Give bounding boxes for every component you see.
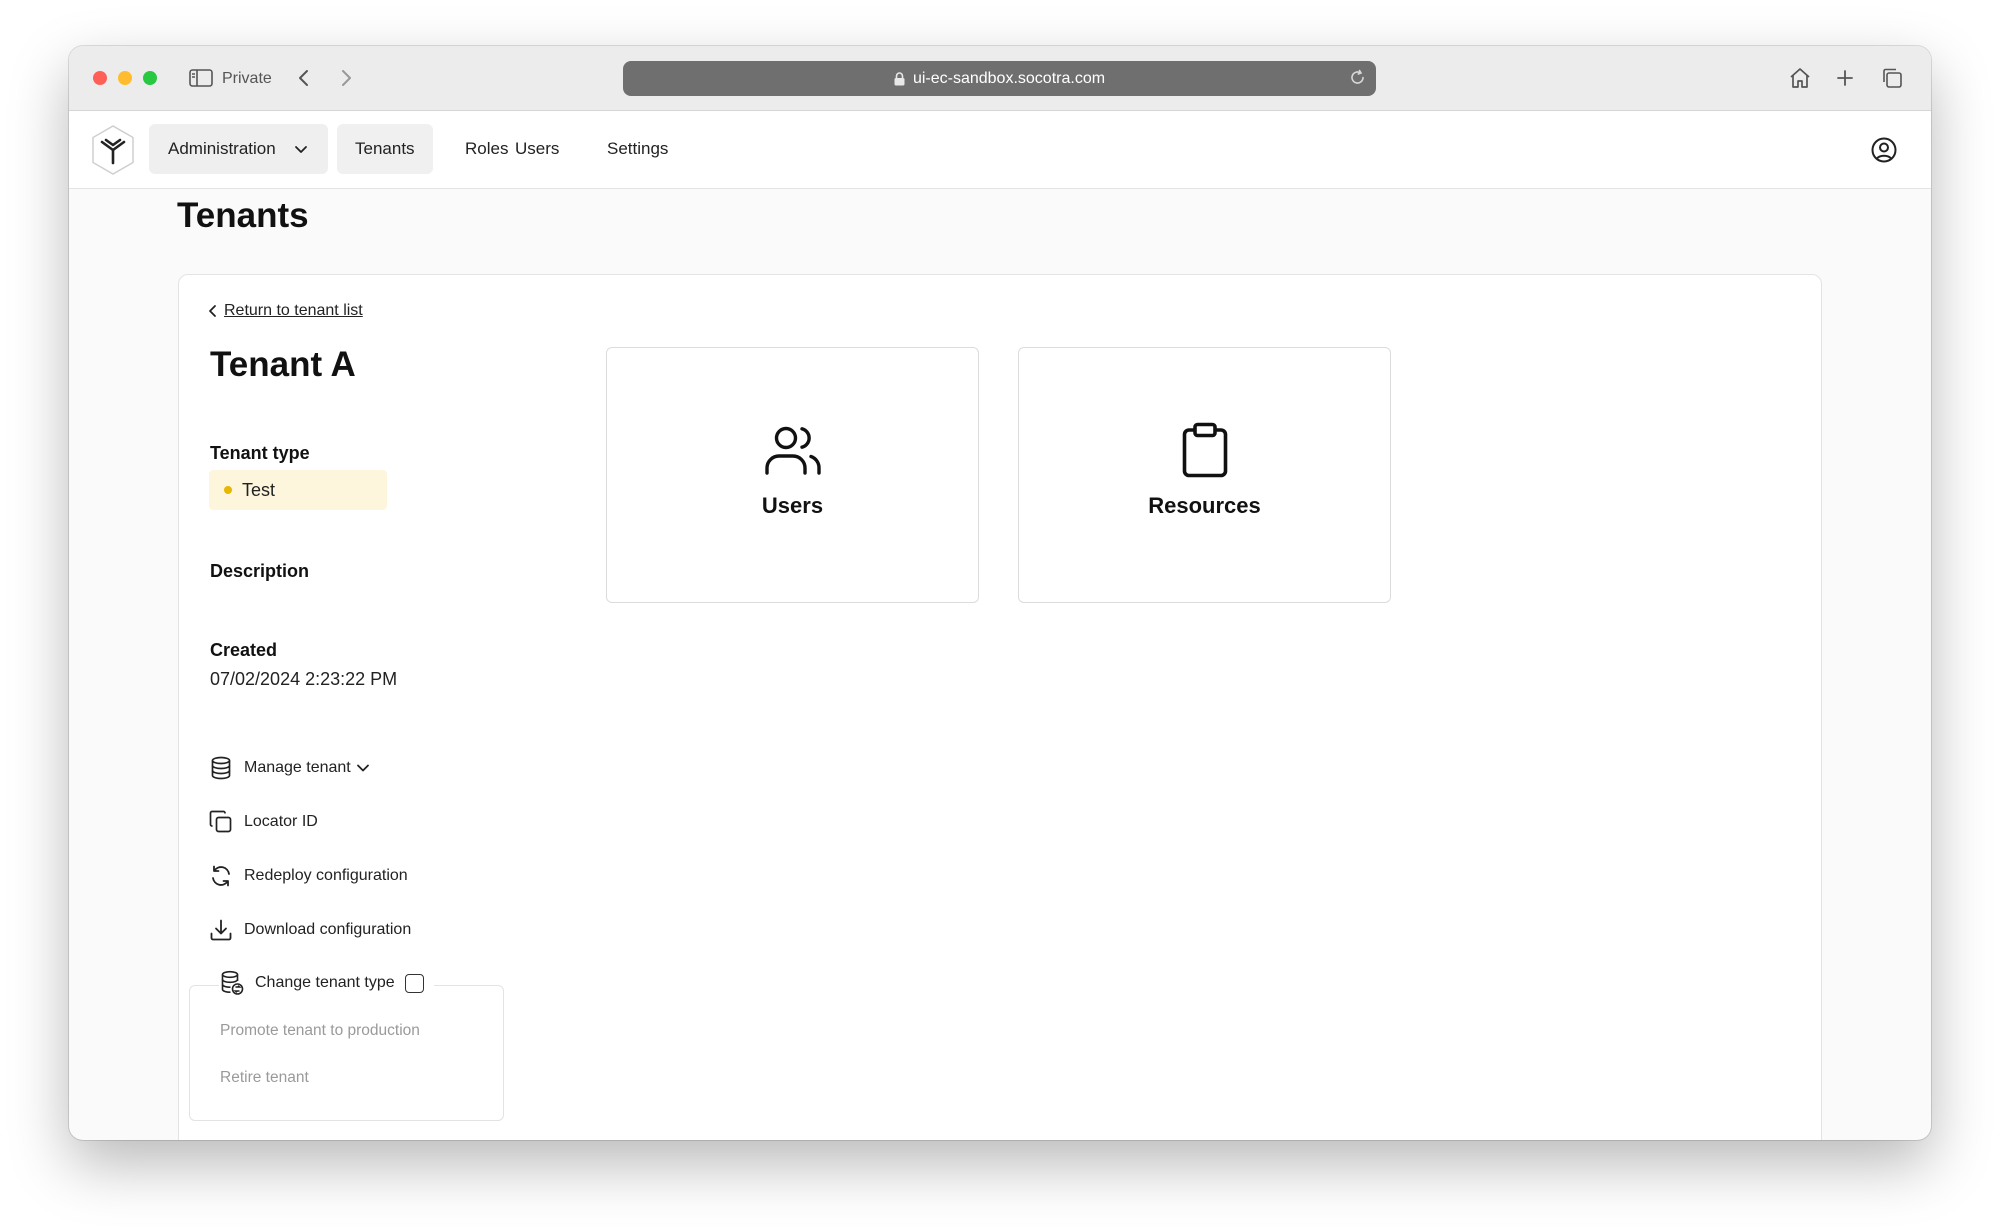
locator-id-label: Locator ID — [244, 813, 318, 830]
tenant-type-label: Tenant type — [210, 443, 310, 463]
return-link-label: Return to tenant list — [224, 302, 363, 319]
tenant-type-value: Test — [242, 479, 276, 500]
nav-tab-settings[interactable]: Settings — [589, 124, 686, 174]
zoom-window-button[interactable] — [143, 71, 157, 85]
manage-tenant-button[interactable]: Manage tenant — [208, 755, 370, 781]
chevron-down-icon — [356, 761, 370, 775]
page-title: Tenants — [177, 196, 309, 235]
minimize-window-button[interactable] — [118, 71, 132, 85]
forward-arrow-icon[interactable] — [339, 64, 353, 92]
return-to-tenant-list-link[interactable]: Return to tenant list — [208, 302, 363, 320]
redeploy-configuration-label: Redeploy configuration — [244, 867, 408, 884]
retire-tenant-option[interactable]: Retire tenant — [220, 1069, 309, 1087]
nav-tab-tenants[interactable]: Tenants — [337, 124, 433, 174]
change-tenant-type-label: Change tenant type — [255, 974, 395, 991]
change-tenant-type-panel — [189, 985, 504, 1121]
browser-toolbar: Private ui-ec-sandbox.socotra.com — [69, 46, 1931, 111]
sidebar-toggle-icon[interactable] — [189, 64, 213, 92]
status-dot-icon — [224, 486, 232, 494]
created-label: Created — [210, 640, 278, 660]
lock-icon — [894, 71, 905, 86]
clipboard-icon — [1181, 421, 1229, 479]
tab-overview-icon[interactable] — [1881, 64, 1903, 92]
download-icon — [208, 917, 234, 943]
new-tab-plus-icon[interactable] — [1835, 64, 1855, 92]
socotra-logo-icon[interactable] — [89, 123, 137, 177]
database-icon — [208, 755, 234, 781]
chevron-left-icon — [209, 305, 216, 317]
refresh-icon — [208, 863, 234, 889]
browser-window: Private ui-ec-sandbox.socotra.com Admini… — [69, 46, 1931, 1140]
resources-tile-label: Resources — [1148, 493, 1261, 518]
administration-dropdown[interactable]: Administration — [149, 124, 328, 174]
private-mode-label: Private — [222, 70, 272, 87]
change-tenant-type-checkbox[interactable] — [404, 973, 424, 993]
tenant-type-badge: Test — [209, 470, 387, 510]
url-text: ui-ec-sandbox.socotra.com — [912, 69, 1106, 87]
back-arrow-icon[interactable] — [297, 64, 311, 92]
administration-dropdown-label: Administration — [168, 139, 276, 158]
users-icon — [764, 421, 822, 479]
tenant-name-heading: Tenant A — [210, 345, 356, 384]
copy-icon — [208, 809, 234, 835]
created-timestamp: 07/02/2024 2:23:22 PM — [210, 669, 398, 689]
manage-tenant-label: Manage tenant — [244, 759, 351, 776]
description-label: Description — [210, 561, 310, 581]
download-configuration-label: Download configuration — [244, 921, 412, 938]
database-swap-icon — [219, 970, 245, 996]
redeploy-configuration-button[interactable]: Redeploy configuration — [208, 863, 408, 889]
copy-locator-id-button[interactable]: Locator ID — [208, 809, 318, 835]
users-tile[interactable]: Users — [606, 347, 979, 603]
close-window-button[interactable] — [93, 71, 107, 85]
address-bar[interactable]: ui-ec-sandbox.socotra.com — [623, 61, 1376, 96]
tenant-detail-card: Return to tenant list Tenant A Tenant ty… — [178, 274, 1822, 1140]
chevron-down-icon — [294, 141, 308, 161]
app-header: Administration Tenants Roles Users Setti… — [69, 111, 1931, 189]
reload-icon[interactable] — [1349, 69, 1366, 91]
resources-tile[interactable]: Resources — [1018, 347, 1391, 603]
users-tile-label: Users — [761, 493, 824, 518]
nav-tab-users[interactable]: Users — [497, 124, 577, 174]
promote-tenant-option[interactable]: Promote tenant to production — [220, 1022, 420, 1040]
home-icon[interactable] — [1788, 64, 1812, 92]
user-profile-icon[interactable] — [1870, 136, 1898, 169]
download-configuration-button[interactable]: Download configuration — [208, 917, 411, 943]
change-tenant-type-toggle[interactable]: Change tenant type — [219, 970, 434, 996]
